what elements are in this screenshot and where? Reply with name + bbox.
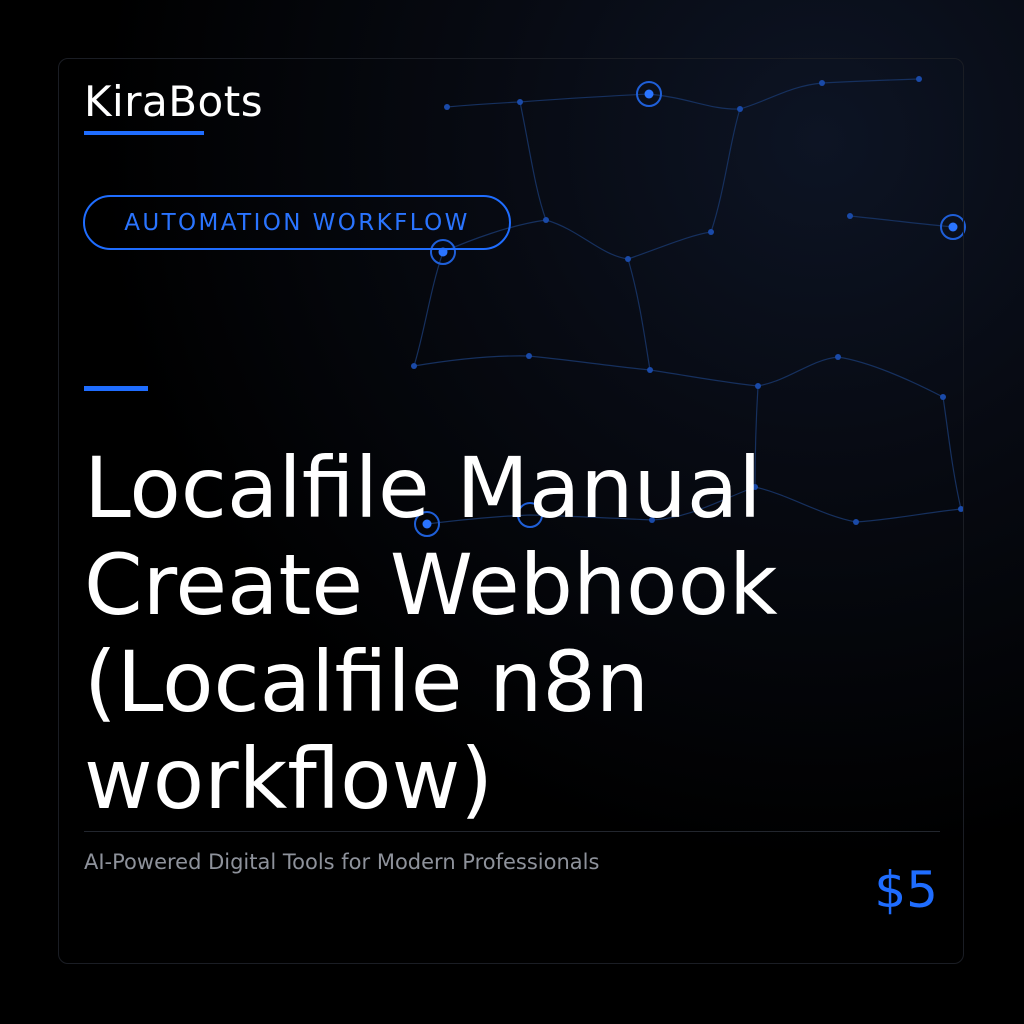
category-badge: AUTOMATION WORKFLOW — [83, 195, 511, 250]
product-title: Localfile Manual Create Webhook (Localfi… — [84, 439, 778, 828]
title-accent-bar — [84, 386, 148, 391]
price-label: $5 — [874, 861, 938, 919]
brand-underline — [84, 131, 204, 135]
tagline: AI-Powered Digital Tools for Modern Prof… — [84, 850, 600, 874]
footer-divider — [84, 831, 940, 832]
brand-logo-text: KiraBots — [84, 77, 264, 126]
